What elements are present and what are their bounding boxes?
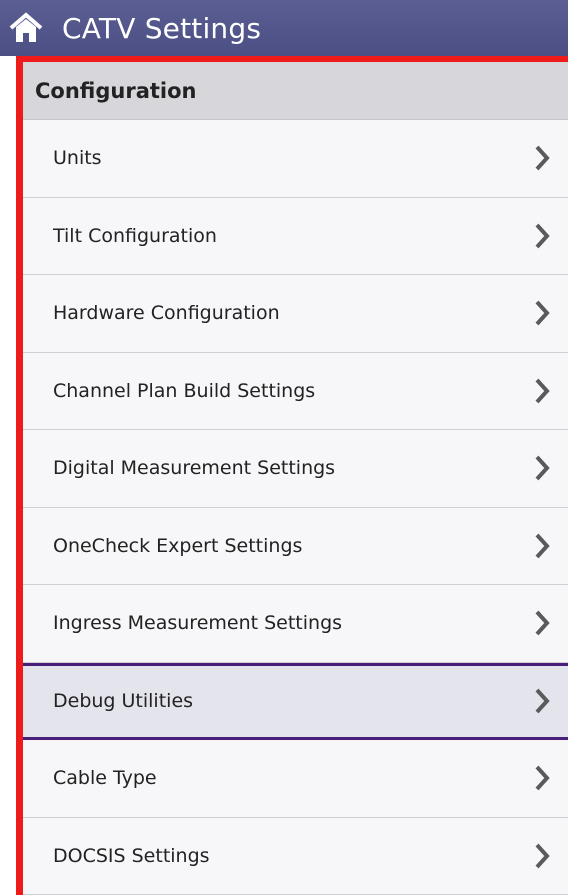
menu-item-docsis-settings[interactable]: DOCSIS Settings [23, 817, 568, 895]
menu-item-label: Cable Type [53, 767, 157, 790]
menu-item-channel-plan-build-settings[interactable]: Channel Plan Build Settings [23, 352, 568, 430]
chevron-right-icon [535, 610, 550, 636]
menu-item-label: Hardware Configuration [53, 302, 280, 325]
chevron-right-icon [535, 300, 550, 326]
menu-item-label: OneCheck Expert Settings [53, 534, 303, 557]
menu-item-label: Tilt Configuration [53, 224, 217, 247]
page-title: CATV Settings [62, 11, 262, 45]
menu-item-debug-utilities[interactable]: Debug Utilities [23, 662, 568, 740]
chevron-right-icon [535, 533, 550, 559]
home-button[interactable] [0, 0, 52, 56]
menu-item-label: Channel Plan Build Settings [53, 379, 316, 402]
menu-item-label: Units [53, 147, 102, 170]
menu-item-label: Debug Utilities [53, 690, 194, 713]
menu-item-ingress-measurement-settings[interactable]: Ingress Measurement Settings [23, 585, 568, 663]
menu-item-units[interactable]: Units [23, 120, 568, 198]
chevron-right-icon [535, 455, 550, 481]
chevron-right-icon [535, 765, 550, 791]
chevron-right-icon [535, 223, 550, 249]
chevron-right-icon [535, 843, 550, 869]
menu-item-hardware-configuration[interactable]: Hardware Configuration [23, 275, 568, 353]
menu-item-label: Ingress Measurement Settings [53, 612, 343, 635]
menu-item-onecheck-expert-settings[interactable]: OneCheck Expert Settings [23, 507, 568, 585]
settings-panel: Configuration Units Tilt Configuration H… [16, 56, 568, 895]
chevron-right-icon [535, 688, 550, 714]
chevron-right-icon [535, 145, 550, 171]
settings-list: Units Tilt Configuration Hardware Config… [23, 120, 568, 895]
menu-item-label: Digital Measurement Settings [53, 457, 336, 480]
section-header: Configuration [23, 62, 568, 120]
menu-item-tilt-configuration[interactable]: Tilt Configuration [23, 197, 568, 275]
chevron-right-icon [535, 378, 550, 404]
menu-item-digital-measurement-settings[interactable]: Digital Measurement Settings [23, 430, 568, 508]
menu-item-cable-type[interactable]: Cable Type [23, 740, 568, 818]
home-icon [9, 12, 43, 42]
menu-item-label: DOCSIS Settings [53, 844, 210, 867]
title-bar: CATV Settings [0, 0, 568, 56]
